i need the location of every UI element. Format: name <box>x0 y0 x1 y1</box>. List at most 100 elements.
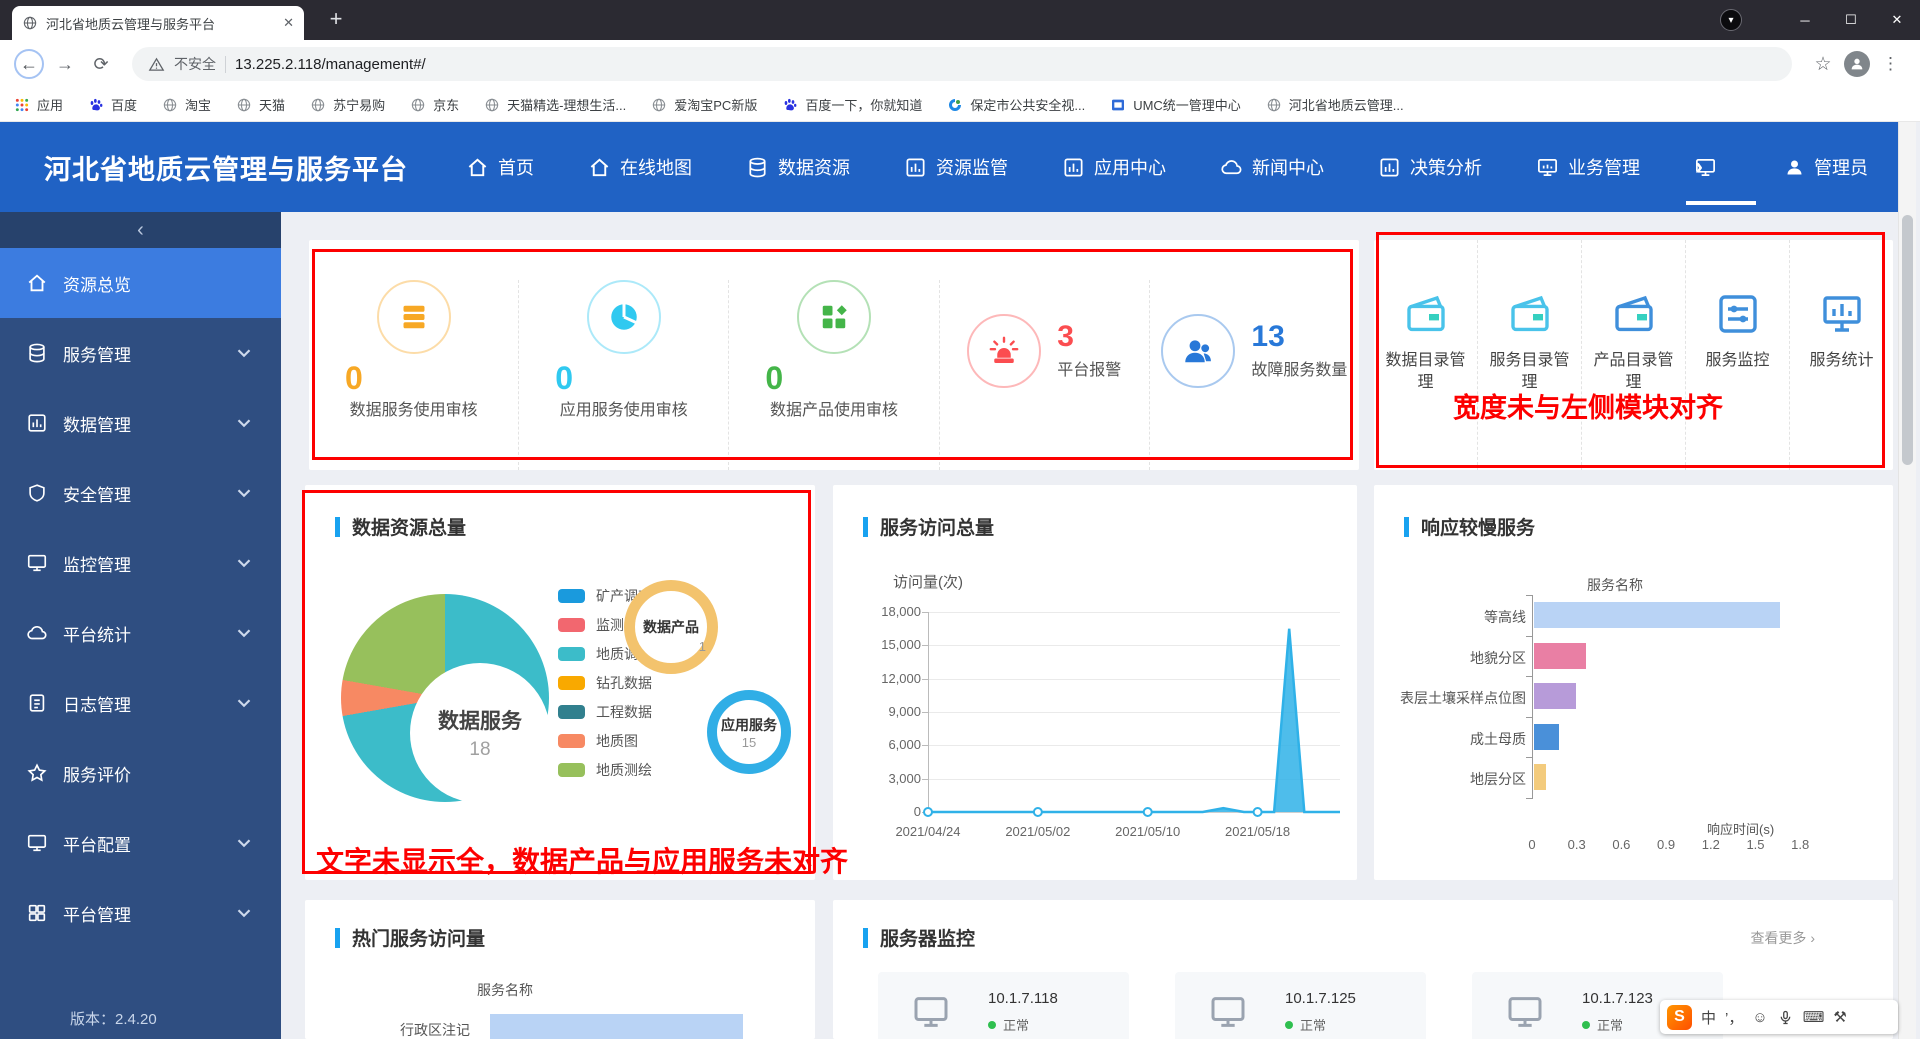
quick-action-产品目录管理[interactable]: 产品目录管理 <box>1582 240 1686 470</box>
data-product-bubble[interactable]: 数据产品 1 <box>624 580 718 674</box>
bookmark-label: UMC统一管理中心 <box>1133 98 1241 113</box>
monitor-icon <box>1502 992 1548 1032</box>
y-tick-label: 15,000 <box>881 637 921 653</box>
home-icon <box>26 272 48 294</box>
quick-action-服务目录管理[interactable]: 服务目录管理 <box>1478 240 1582 470</box>
legend-item[interactable]: 工程数据 <box>558 697 652 726</box>
forward-button[interactable]: → <box>50 49 80 79</box>
quick-action-服务监控[interactable]: 服务监控 <box>1686 240 1790 470</box>
back-button[interactable]: ← <box>14 49 44 79</box>
sidebar-item-平台管理[interactable]: 平台管理 <box>0 878 281 948</box>
nav-item-决策分析[interactable]: 决策分析 <box>1378 154 1482 180</box>
sidebar-item-安全管理[interactable]: 安全管理 <box>0 458 281 528</box>
sidebar-item-资源总览[interactable]: 资源总览 <box>0 248 281 318</box>
ime-tool[interactable]: ⚒ <box>1833 1008 1846 1026</box>
quick-action-数据目录管理[interactable]: 数据目录管理 <box>1374 240 1478 470</box>
tab-close-icon[interactable]: ✕ <box>283 15 294 31</box>
bar[interactable] <box>490 1014 743 1039</box>
bookmark-item[interactable]: 应用 <box>14 95 63 114</box>
nav-item-在线地图[interactable]: 在线地图 <box>588 154 692 180</box>
server-status: 正常 <box>1582 1015 1653 1034</box>
bookmark-item[interactable]: 百度一下，你就知道 <box>782 95 922 114</box>
sidebar-item-服务管理[interactable]: 服务管理 <box>0 318 281 388</box>
legend-item[interactable]: 地质图 <box>558 726 652 755</box>
bar[interactable] <box>1534 642 1587 669</box>
chevron-down-icon <box>233 902 255 924</box>
view-more-link[interactable]: 查看更多 › <box>1750 928 1815 948</box>
server-item[interactable]: 10.1.7.118 正常 <box>878 972 1129 1039</box>
bookmark-star-icon[interactable]: ☆ <box>1808 49 1838 79</box>
server-item[interactable]: 10.1.7.125 正常 <box>1175 972 1426 1039</box>
bookmark-item[interactable]: 爱淘宝PC新版 <box>651 95 757 114</box>
scrollbar[interactable] <box>1898 122 1916 1039</box>
sidebar-item-数据管理[interactable]: 数据管理 <box>0 388 281 458</box>
scrollbar-thumb[interactable] <box>1902 215 1913 465</box>
nav-item-应用中心[interactable]: 应用中心 <box>1062 154 1166 180</box>
annotation-text-right-panel: 宽度未与左侧模块对齐 <box>1453 393 1723 423</box>
bar[interactable] <box>1534 764 1546 791</box>
bookmark-item[interactable]: 苏宁易购 <box>310 95 385 114</box>
bookmark-item[interactable]: 保定市公共安全视... <box>947 95 1085 114</box>
sidebar-item-平台统计[interactable]: 平台统计 <box>0 598 281 668</box>
bookmark-item[interactable]: 天猫 <box>236 95 285 114</box>
profile-avatar[interactable] <box>1844 51 1870 77</box>
monitor-chart-icon <box>1536 156 1559 179</box>
bookmark-item[interactable]: 天猫精选-理想生活... <box>484 95 626 114</box>
browser-tab[interactable]: 河北省地质云管理与服务平台 ✕ <box>12 6 304 40</box>
sidebar-item-监控管理[interactable]: 监控管理 <box>0 528 281 598</box>
legend-item[interactable]: 地质测绘 <box>558 755 652 784</box>
admin-menu[interactable]: 管理员 <box>1784 154 1868 180</box>
bookmark-item[interactable]: 百度 <box>88 95 137 114</box>
bar[interactable] <box>1534 723 1560 750</box>
ime-tool[interactable]: 中 <box>1701 1007 1716 1028</box>
ime-toolbar[interactable]: S 中 ’， ☺ ⌨ ⚒ <box>1660 1000 1898 1034</box>
quick-action-服务统计[interactable]: 服务统计 <box>1790 240 1893 470</box>
window-controls: ─ ☐ ✕ <box>1782 0 1920 40</box>
media-controls-button[interactable]: ▾ <box>1720 9 1742 31</box>
y-tick-label: 6,000 <box>888 737 921 753</box>
legend-swatch <box>558 704 585 719</box>
sidebar-item-平台配置[interactable]: 平台配置 <box>0 808 281 878</box>
bookmark-item[interactable]: 淘宝 <box>162 95 211 114</box>
nav-item-label: 应用中心 <box>1094 158 1166 178</box>
nav-item-数据资源[interactable]: 数据资源 <box>746 154 850 180</box>
nav-item-more[interactable] <box>1686 156 1756 205</box>
bar[interactable] <box>1534 602 1780 629</box>
nav-item-资源监管[interactable]: 资源监管 <box>904 154 1008 180</box>
bookmark-label: 京东 <box>433 98 460 113</box>
ime-tool[interactable]: ’， <box>1725 1007 1743 1028</box>
nav-item-新闻中心[interactable]: 新闻中心 <box>1220 154 1324 180</box>
sidebar-item-日志管理[interactable]: 日志管理 <box>0 668 281 738</box>
legend-swatch <box>558 762 585 777</box>
ime-tool[interactable]: ⌨ <box>1803 1008 1825 1026</box>
category-tick <box>1526 676 1532 677</box>
database-icon <box>26 342 48 364</box>
bookmark-item[interactable]: UMC统一管理中心 <box>1110 95 1241 114</box>
category-axis-label: 服务名称 <box>1587 577 1643 593</box>
bar[interactable] <box>1534 683 1576 710</box>
nav-item-label: 决策分析 <box>1410 158 1482 178</box>
sidebar-collapse-button[interactable]: ‹ <box>0 212 281 248</box>
url-field[interactable]: 不安全 13.225.2.118/management#/ <box>132 47 1792 81</box>
stat-item: 0 数据产品使用审核 <box>729 280 940 470</box>
stat-value: 0 <box>765 360 784 396</box>
browser-menu-icon[interactable]: ⋮ <box>1876 49 1906 79</box>
minimize-button[interactable]: ─ <box>1782 0 1828 40</box>
y-axis-label: 访问量(次) <box>893 574 963 591</box>
card-title: 响应较慢服务 <box>1374 485 1893 540</box>
close-button[interactable]: ✕ <box>1874 0 1920 40</box>
new-tab-button[interactable]: + <box>322 6 350 34</box>
ime-tool[interactable]: ☺ <box>1752 1009 1767 1026</box>
nav-item-业务管理[interactable]: 业务管理 <box>1536 154 1640 180</box>
ime-logo[interactable]: S <box>1667 1004 1692 1030</box>
nav-item-首页[interactable]: 首页 <box>466 154 534 180</box>
sidebar-item-服务评价[interactable]: 服务评价 <box>0 738 281 808</box>
refresh-button[interactable]: ⟳ <box>86 49 116 79</box>
mic-icon[interactable] <box>1777 1009 1794 1026</box>
monitor-icon <box>26 832 48 854</box>
app-service-bubble[interactable]: 应用服务 15 <box>707 690 791 774</box>
bookmark-item[interactable]: 京东 <box>410 95 459 114</box>
maximize-button[interactable]: ☐ <box>1828 0 1874 40</box>
bookmark-item[interactable]: 河北省地质云管理... <box>1266 95 1404 114</box>
legend-item[interactable]: 钻孔数据 <box>558 668 652 697</box>
